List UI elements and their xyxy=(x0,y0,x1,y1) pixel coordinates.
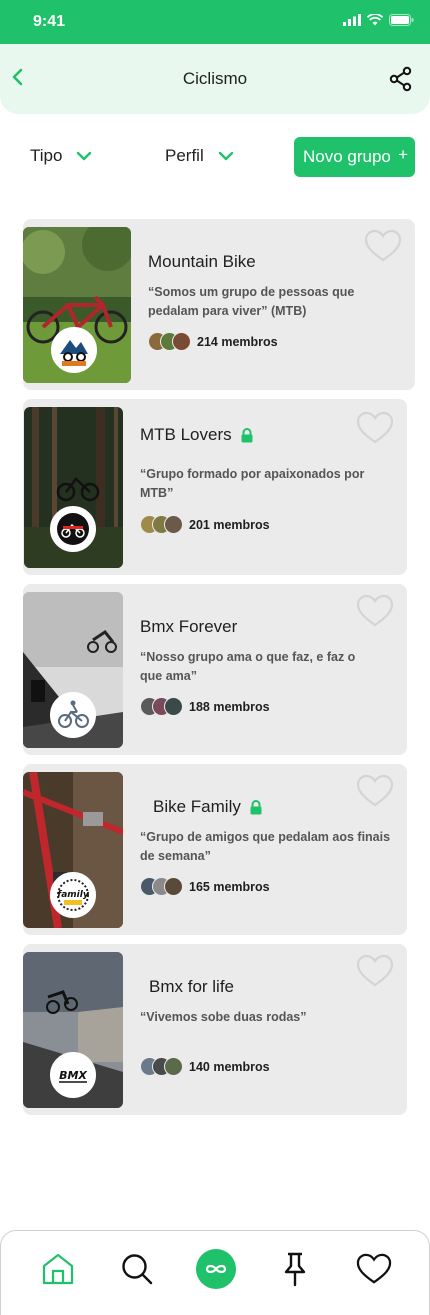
group-description: “Grupo de amigos que pedalam aos finais … xyxy=(140,830,391,863)
favorite-button[interactable] xyxy=(355,593,395,629)
group-card[interactable]: Bmx Forever “Nosso grupo ama o que faz, … xyxy=(23,584,407,755)
group-name-text: Bike Family xyxy=(153,797,241,816)
battery-icon xyxy=(389,14,414,26)
favorite-button[interactable] xyxy=(355,953,395,989)
heart-icon xyxy=(364,229,402,262)
member-avatars xyxy=(140,1057,183,1076)
pin-icon xyxy=(284,1252,306,1287)
member-avatars xyxy=(140,697,183,716)
heart-icon xyxy=(356,1253,392,1284)
nav-pinned[interactable] xyxy=(275,1249,315,1289)
lock-icon xyxy=(250,799,262,814)
group-name: Mountain Bike xyxy=(148,252,256,272)
heart-icon xyxy=(356,774,394,807)
group-card[interactable]: family Bike Family “Grupo de amigos que … xyxy=(23,764,407,935)
wifi-icon xyxy=(367,14,383,26)
avatar xyxy=(172,332,191,351)
group-name: Bmx Forever xyxy=(140,617,237,637)
new-group-label: Novo grupo xyxy=(303,147,391,166)
mtb-lovers-logo xyxy=(50,506,96,552)
group-members: 165 membros xyxy=(140,877,270,896)
avatar xyxy=(164,877,183,896)
filter-profile-dropdown[interactable]: Perfil xyxy=(165,146,234,166)
member-count: 165 membros xyxy=(189,879,270,894)
bottom-navigation xyxy=(0,1230,430,1315)
group-description: “Vivemos sobe duas rodas” xyxy=(140,1010,307,1024)
group-name-text: MTB Lovers xyxy=(140,425,232,444)
share-button[interactable] xyxy=(388,66,414,92)
avatar xyxy=(164,697,183,716)
member-count: 188 membros xyxy=(189,699,270,714)
member-count: 214 membros xyxy=(197,334,278,349)
group-name: MTB Lovers xyxy=(140,425,254,445)
mountain-bike-logo xyxy=(51,327,97,373)
status-time: 9:41 xyxy=(33,13,66,30)
nav-search[interactable] xyxy=(117,1249,157,1289)
member-avatars xyxy=(140,515,183,534)
nav-home[interactable] xyxy=(38,1249,78,1289)
share-icon xyxy=(389,66,412,92)
search-icon xyxy=(122,1254,153,1285)
group-card[interactable]: BMX Bmx for life “Vivemos sobe duas roda… xyxy=(23,944,407,1115)
group-description: “Grupo formado por apaixonados por MTB” xyxy=(140,467,365,500)
group-card[interactable]: Mountain Bike “Somos um grupo de pessoas… xyxy=(23,219,415,390)
status-bar: 9:41 xyxy=(0,0,430,44)
group-members: 188 membros xyxy=(140,697,270,716)
member-count: 140 membros xyxy=(189,1059,270,1074)
filter-profile-label: Perfil xyxy=(165,146,204,165)
member-avatars xyxy=(140,877,183,896)
avatar xyxy=(164,515,183,534)
svg-text:BMX: BMX xyxy=(59,1069,87,1082)
heart-icon xyxy=(356,954,394,987)
group-members: 201 membros xyxy=(140,515,270,534)
group-description: “Somos um grupo de pessoas que pedalam p… xyxy=(148,285,355,318)
nav-favorites[interactable] xyxy=(354,1249,394,1289)
svg-text:family: family xyxy=(57,890,90,900)
group-name-text: Bmx Forever xyxy=(140,617,238,636)
chevron-down-icon xyxy=(77,151,92,161)
group-name: Bmx for life xyxy=(149,977,234,997)
filter-type-dropdown[interactable]: Tipo xyxy=(30,146,92,166)
favorite-button[interactable] xyxy=(355,773,395,809)
bmx-logo: BMX xyxy=(50,1052,96,1098)
group-name: Bike Family xyxy=(153,797,263,817)
nav-groups[interactable] xyxy=(196,1249,236,1289)
infinity-icon xyxy=(196,1249,236,1289)
member-count: 201 membros xyxy=(189,517,270,532)
plus-icon: + xyxy=(398,145,408,164)
group-members: 140 membros xyxy=(140,1057,270,1076)
bmx-forever-logo xyxy=(50,692,96,738)
avatar xyxy=(164,1057,183,1076)
group-card[interactable]: MTB Lovers “Grupo formado por apaixonado… xyxy=(23,399,407,575)
favorite-button[interactable] xyxy=(355,410,395,446)
status-icons xyxy=(343,14,414,26)
page-title: Ciclismo xyxy=(182,69,248,88)
signal-icon xyxy=(343,14,361,26)
group-name-text: Bmx for life xyxy=(149,977,235,996)
member-avatars xyxy=(148,332,191,351)
bike-family-logo: family xyxy=(50,872,96,918)
group-description: “Nosso grupo ama o que faz, e faz o que … xyxy=(140,650,356,683)
heart-icon xyxy=(356,411,394,444)
group-members: 214 membros xyxy=(148,332,278,351)
header: Ciclismo xyxy=(0,44,430,114)
new-group-button[interactable]: Novo grupo + xyxy=(294,137,415,177)
group-name-text: Mountain Bike xyxy=(148,252,256,271)
favorite-button[interactable] xyxy=(363,228,403,264)
home-icon xyxy=(42,1253,74,1285)
filter-type-label: Tipo xyxy=(30,146,63,165)
heart-icon xyxy=(356,594,394,627)
lock-icon xyxy=(241,427,253,442)
chevron-down-icon xyxy=(218,151,233,161)
